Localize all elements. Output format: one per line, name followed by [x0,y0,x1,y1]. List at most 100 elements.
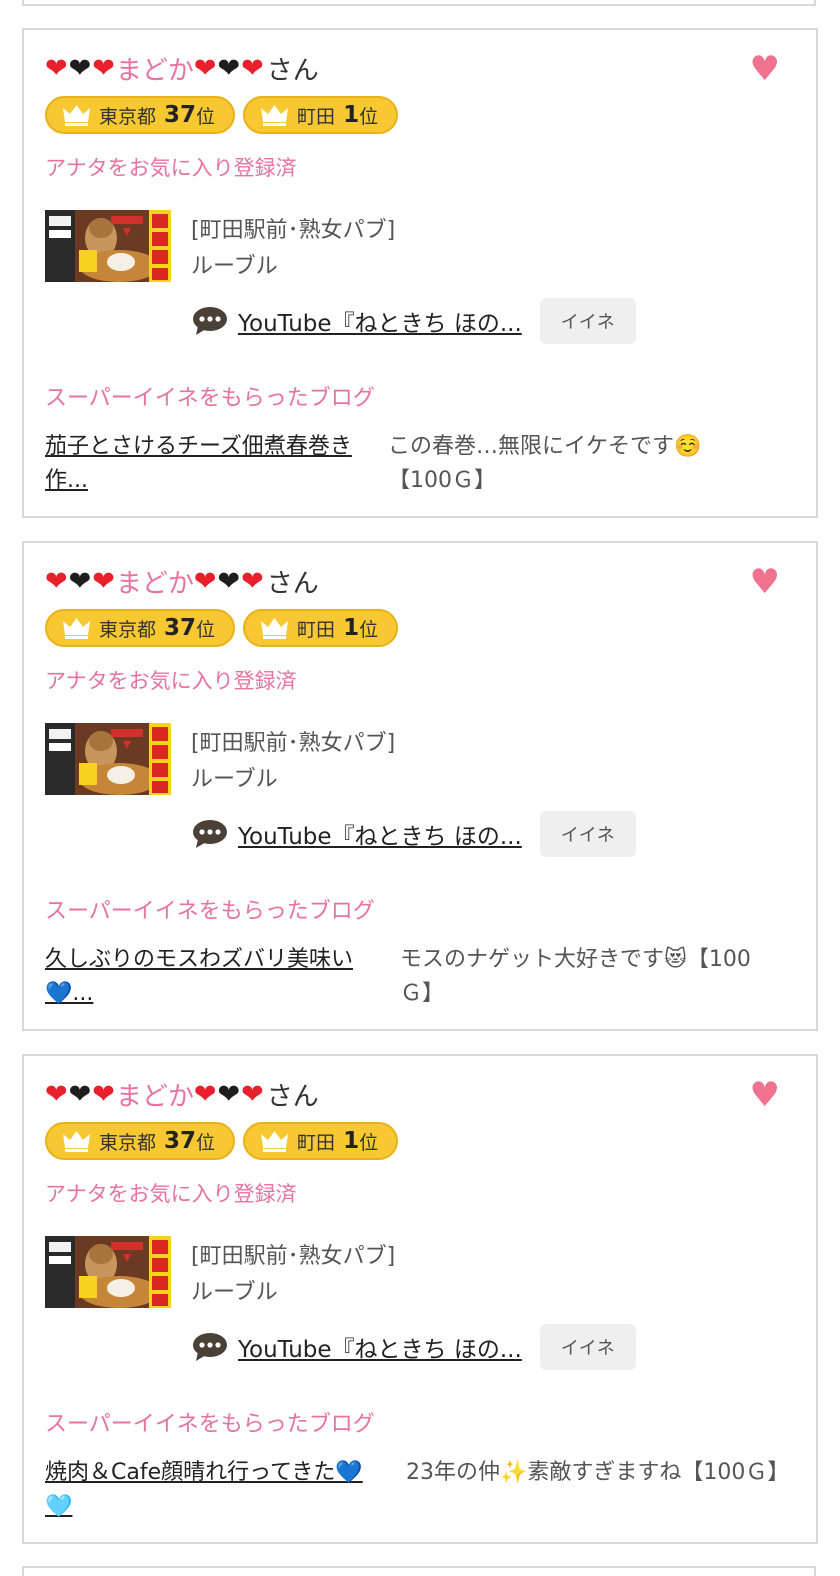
badge-area-label: 東京都 [99,105,157,128]
user-name[interactable]: ❤ ❤ ❤ まどか ❤ ❤ ❤ さん [45,1076,319,1112]
red-heart-icon: ❤ [45,52,68,84]
chat-bubble-icon [193,1333,227,1361]
tokyo-rank-badge[interactable]: 東京都 37 位 [45,609,236,647]
favorite-card: ❤ ❤ ❤ まどか ❤ ❤ ❤ さん ♥ 東京都 37 位 町田 1 位 アナタ… [22,1054,818,1544]
crown-icon [63,105,90,126]
machida-rank-badge[interactable]: 町田 1 位 [243,1122,399,1160]
favorite-heart-icon[interactable]: ♥ [750,565,780,599]
thumbnail-image [45,723,171,795]
shop-name: ルーブル [191,254,278,279]
red-heart-icon: ❤ [92,565,115,597]
shop-info[interactable]: [町田駅前･熟女パブ] ルーブル [191,1239,395,1311]
iine-button[interactable]: イイネ [539,298,636,344]
chat-bubble-icon [193,820,227,848]
red-heart-icon: ❤ [193,565,217,597]
shop-thumbnail[interactable] [45,210,171,282]
blog-comment: モスのナゲット大好きです😻【100Ｇ】 [400,947,751,1006]
super-iine-heading: スーパーイイネをもらったブログ [45,386,375,411]
red-heart-icon: ❤ [193,1078,217,1110]
red-heart-icon: ❤ [92,52,115,84]
honorific-suffix: さん [266,1081,319,1112]
iine-button[interactable]: イイネ [539,811,636,857]
next-card-edge [22,1566,816,1576]
favorite-card: ❤ ❤ ❤ まどか ❤ ❤ ❤ さん ♥ 東京都 37 位 町田 1 位 アナタ… [22,541,818,1031]
black-heart-icon: ❤ [68,52,92,84]
favorite-card: ❤ ❤ ❤ まどか ❤ ❤ ❤ さん ♥ 東京都 37 位 町田 1 位 アナタ… [22,28,818,518]
previous-card-edge [22,0,816,6]
badge-rank-number: 37 [164,615,197,641]
badge-area-label: 東京都 [99,1131,157,1154]
crown-icon [261,618,289,639]
rank-badges: 東京都 37 位 町田 1 位 [45,1122,399,1160]
red-heart-icon: ❤ [241,1078,264,1110]
chat-bubble-icon [193,307,227,335]
honorific-suffix: さん [266,55,319,86]
black-heart-icon: ❤ [68,565,92,597]
youtube-row: YouTube『ねときち ほの... イイネ [192,811,636,857]
badge-rank-unit: 位 [196,618,216,641]
rank-badges: 東京都 37 位 町田 1 位 [45,96,399,134]
blog-title-link[interactable]: 久しぶりのモスわズバリ美味い💙... [45,943,395,1011]
red-heart-icon: ❤ [45,565,68,597]
badge-area-label: 町田 [297,618,336,641]
user-name-text: まどか [115,55,194,86]
badge-rank-unit: 位 [196,1131,216,1154]
shop-category: [町田駅前･熟女パブ] [191,1244,396,1269]
crown-icon [261,1131,289,1152]
shop-category: [町田駅前･熟女パブ] [191,218,396,243]
black-heart-icon: ❤ [217,565,241,597]
favorite-heart-icon[interactable]: ♥ [750,1078,780,1112]
user-name[interactable]: ❤ ❤ ❤ まどか ❤ ❤ ❤ さん [45,50,319,86]
favorite-status-text: アナタをお気に入り登録済 [45,669,297,693]
badge-area-label: 町田 [297,105,336,128]
badge-area-label: 東京都 [99,618,157,641]
youtube-link[interactable]: YouTube『ねときち ほの... [238,304,522,338]
honorific-suffix: さん [266,568,319,599]
youtube-row: YouTube『ねときち ほの... イイネ [192,1324,636,1370]
red-heart-icon: ❤ [92,1078,115,1110]
tokyo-rank-badge[interactable]: 東京都 37 位 [45,1122,236,1160]
blog-comment: この春巻…無限にイケそです☺️【100Ｇ】 [388,434,702,493]
shop-info[interactable]: [町田駅前･熟女パブ] ルーブル [191,726,395,798]
red-heart-icon: ❤ [45,1078,68,1110]
favorite-status-text: アナタをお気に入り登録済 [45,156,297,180]
badge-rank-unit: 位 [359,1131,379,1154]
crown-icon [63,1131,90,1152]
crown-icon [261,105,289,126]
shop-thumbnail[interactable] [45,723,171,795]
badge-area-label: 町田 [297,1131,336,1154]
badge-rank-unit: 位 [359,105,379,128]
favorite-status-text: アナタをお気に入り登録済 [45,1182,297,1206]
shop-name: ルーブル [191,767,278,792]
youtube-link[interactable]: YouTube『ねときち ほの... [238,1330,522,1364]
red-heart-icon: ❤ [241,565,264,597]
badge-rank-number: 37 [164,102,197,128]
thumbnail-image [45,210,171,282]
shop-category: [町田駅前･熟女パブ] [191,731,396,756]
shop-name: ルーブル [191,1280,278,1305]
tokyo-rank-badge[interactable]: 東京都 37 位 [45,96,236,134]
iine-button[interactable]: イイネ [539,1324,636,1370]
black-heart-icon: ❤ [217,52,241,84]
favorite-heart-icon[interactable]: ♥ [750,52,780,86]
blog-title-link[interactable]: 焼肉＆Cafe顔晴れ行ってきた💙🩵 [45,1456,385,1524]
badge-rank-number: 37 [164,1128,197,1154]
crown-icon [63,618,90,639]
thumbnail-image [45,1236,171,1308]
user-name-text: まどか [115,568,194,599]
blog-comment: 23年の仲✨素敵すぎますね【100Ｇ】 [406,1460,790,1485]
red-heart-icon: ❤ [193,52,217,84]
user-name-text: まどか [115,1081,194,1112]
machida-rank-badge[interactable]: 町田 1 位 [243,96,399,134]
machida-rank-badge[interactable]: 町田 1 位 [243,609,399,647]
badge-rank-number: 1 [343,1128,360,1154]
youtube-link[interactable]: YouTube『ねときち ほの... [238,817,522,851]
shop-thumbnail[interactable] [45,1236,171,1308]
super-iine-heading: スーパーイイネをもらったブログ [45,899,375,924]
super-iine-heading: スーパーイイネをもらったブログ [45,1412,375,1437]
shop-info[interactable]: [町田駅前･熟女パブ] ルーブル [191,213,395,285]
blog-title-link[interactable]: 茄子とさけるチーズ佃煮春巻き作... [45,430,375,498]
user-name[interactable]: ❤ ❤ ❤ まどか ❤ ❤ ❤ さん [45,563,319,599]
red-heart-icon: ❤ [241,52,264,84]
badge-rank-number: 1 [343,102,360,128]
